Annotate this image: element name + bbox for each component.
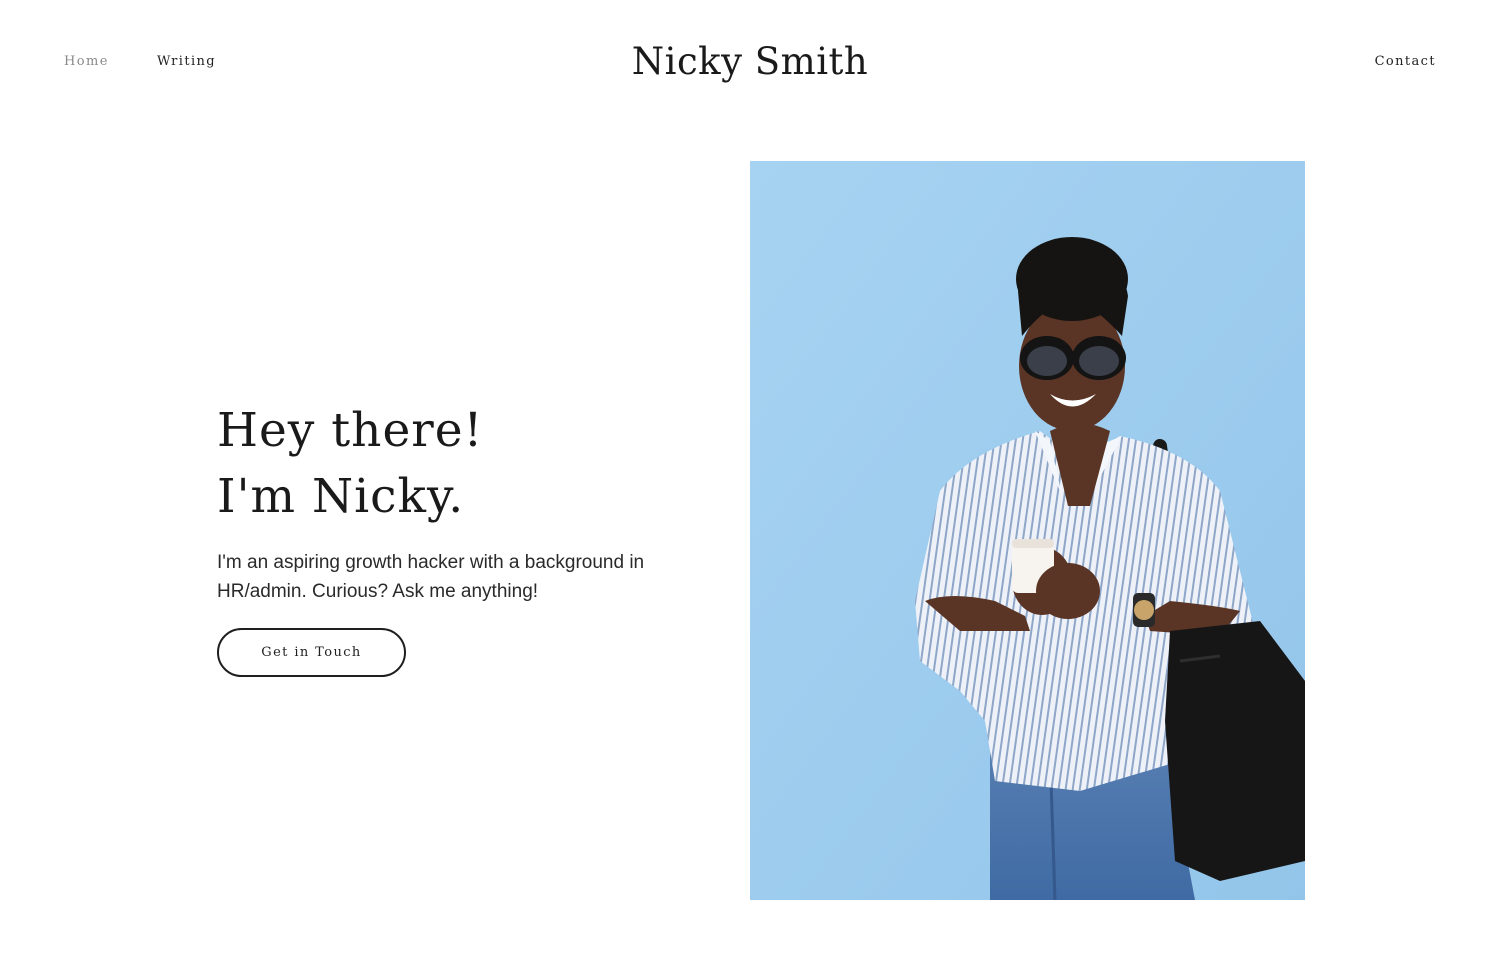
nav-contact-link[interactable]: Contact — [1375, 54, 1436, 69]
portrait-photo — [750, 161, 1305, 900]
hero-heading: Hey there! I'm Nicky. — [217, 398, 687, 530]
get-in-touch-button[interactable]: Get in Touch — [217, 628, 406, 677]
hero-heading-line-1: Hey there! — [217, 403, 484, 458]
hero-intro-text: I'm an aspiring growth hacker with a bac… — [217, 552, 645, 602]
site-title[interactable]: Nicky Smith — [0, 40, 1500, 83]
hero-heading-line-2: I'm Nicky. — [217, 469, 465, 524]
hero-section: Hey there! I'm Nicky. I'm an aspiring gr… — [217, 398, 687, 677]
